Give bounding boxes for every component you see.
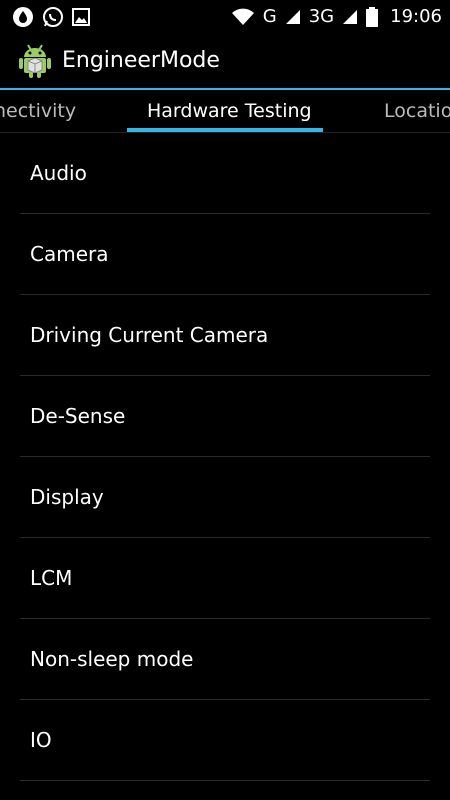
signal-icon	[285, 9, 301, 25]
list-item-audio[interactable]: Audio	[20, 133, 430, 214]
app-title: EngineerMode	[62, 48, 220, 73]
tab-label: nectivity	[0, 100, 77, 122]
tab-connectivity[interactable]: nectivity	[0, 90, 76, 132]
android-icon[interactable]	[18, 43, 52, 79]
tab-hardware-testing[interactable]: Hardware Testing	[147, 90, 312, 132]
battery-icon	[366, 6, 379, 27]
wifi-icon	[231, 7, 255, 27]
tab-label: Hardware Testing	[147, 100, 312, 122]
drop-icon	[12, 6, 34, 28]
list-item-label: De-Sense	[30, 404, 126, 428]
list-item-label: Non-sleep mode	[30, 647, 194, 671]
app-bar: EngineerMode	[0, 33, 450, 90]
status-time: 19:06	[390, 6, 442, 27]
list-item-lcm[interactable]: LCM	[20, 538, 430, 619]
list-item-label: Camera	[30, 242, 109, 266]
network-g-label: G	[262, 6, 277, 27]
tab-bar: nectivity Hardware Testing Locatio	[0, 90, 450, 133]
tab-label: Locatio	[384, 100, 450, 122]
list-item-label: Audio	[30, 161, 87, 185]
list-item-label: LCM	[30, 566, 73, 590]
status-right: G 3G 19:06	[231, 6, 442, 27]
list-item-io[interactable]: IO	[20, 700, 430, 781]
list-item-non-sleep-mode[interactable]: Non-sleep mode	[20, 619, 430, 700]
network-3g-label: 3G	[308, 6, 335, 27]
list-item-driving-current-camera[interactable]: Driving Current Camera	[20, 295, 430, 376]
status-bar: G 3G 19:06	[0, 0, 450, 33]
list-item-camera[interactable]: Camera	[20, 214, 430, 295]
signal-icon-2	[342, 9, 358, 25]
whatsapp-icon	[42, 6, 64, 28]
list-item-label: Display	[30, 485, 104, 509]
list-item-display[interactable]: Display	[20, 457, 430, 538]
hardware-testing-list: Audio Camera Driving Current Camera De-S…	[0, 133, 450, 781]
list-item-label: IO	[30, 728, 52, 752]
tab-location[interactable]: Locatio	[384, 90, 450, 132]
list-item-de-sense[interactable]: De-Sense	[20, 376, 430, 457]
tab-active-indicator	[127, 128, 323, 132]
list-item-label: Driving Current Camera	[30, 323, 269, 347]
image-icon	[72, 7, 90, 26]
status-left	[12, 6, 90, 28]
